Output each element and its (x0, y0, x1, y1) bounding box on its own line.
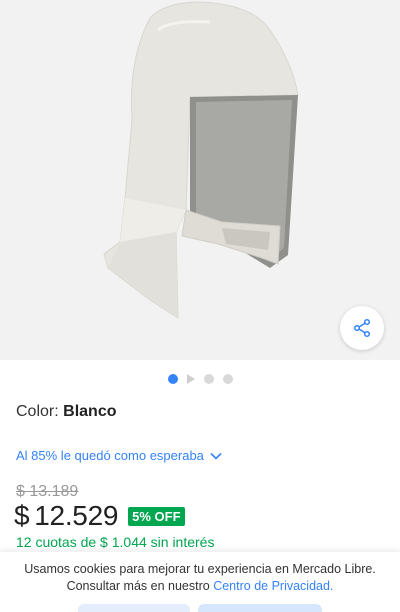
cookie-text-line1: Usamos cookies para mejorar tu experienc… (24, 562, 376, 576)
currency-symbol: $ (14, 500, 30, 531)
satisfaction-link[interactable]: Al 85% le quedó como esperaba (16, 448, 222, 463)
product-image (103, 1, 299, 319)
original-price: $ 13.189 (16, 483, 79, 500)
price-amount: 12.529 (34, 500, 119, 531)
gallery-dot-1[interactable] (167, 374, 178, 384)
gallery-pagination (0, 372, 400, 386)
satisfaction-text: Al 85% le quedó como esperaba (16, 448, 204, 463)
cookie-text-line2: Consultar más en nuestro Centro de Priva… (0, 578, 400, 595)
product-image-gallery[interactable] (0, 0, 400, 360)
cookie-accept-button[interactable] (198, 604, 322, 612)
color-value: Blanco (63, 403, 117, 420)
cookie-banner: Usamos cookies para mejorar tu experienc… (0, 552, 400, 612)
cookie-buttons (0, 604, 400, 612)
cookie-text-prefix: Consultar más en nuestro (66, 579, 210, 593)
cookie-config-button[interactable] (78, 604, 190, 612)
discount-badge: 5% OFF (128, 506, 185, 526)
color-selector: Color: Blanco (16, 403, 116, 421)
installments-text: 12 cuotas de $ 1.044 sin interés (16, 534, 215, 550)
gallery-dot-3[interactable] (203, 374, 214, 384)
share-icon (353, 318, 371, 338)
privacy-center-link[interactable]: Centro de Privacidad. (213, 579, 333, 593)
gallery-video-play-icon[interactable] (186, 374, 195, 384)
gallery-dot-4[interactable] (222, 374, 233, 384)
color-label: Color: (16, 403, 59, 420)
chevron-down-icon (210, 452, 222, 460)
current-price: $12.529 (14, 500, 118, 532)
share-button[interactable] (340, 306, 384, 350)
price-row: $12.529 5% OFF (14, 500, 185, 532)
